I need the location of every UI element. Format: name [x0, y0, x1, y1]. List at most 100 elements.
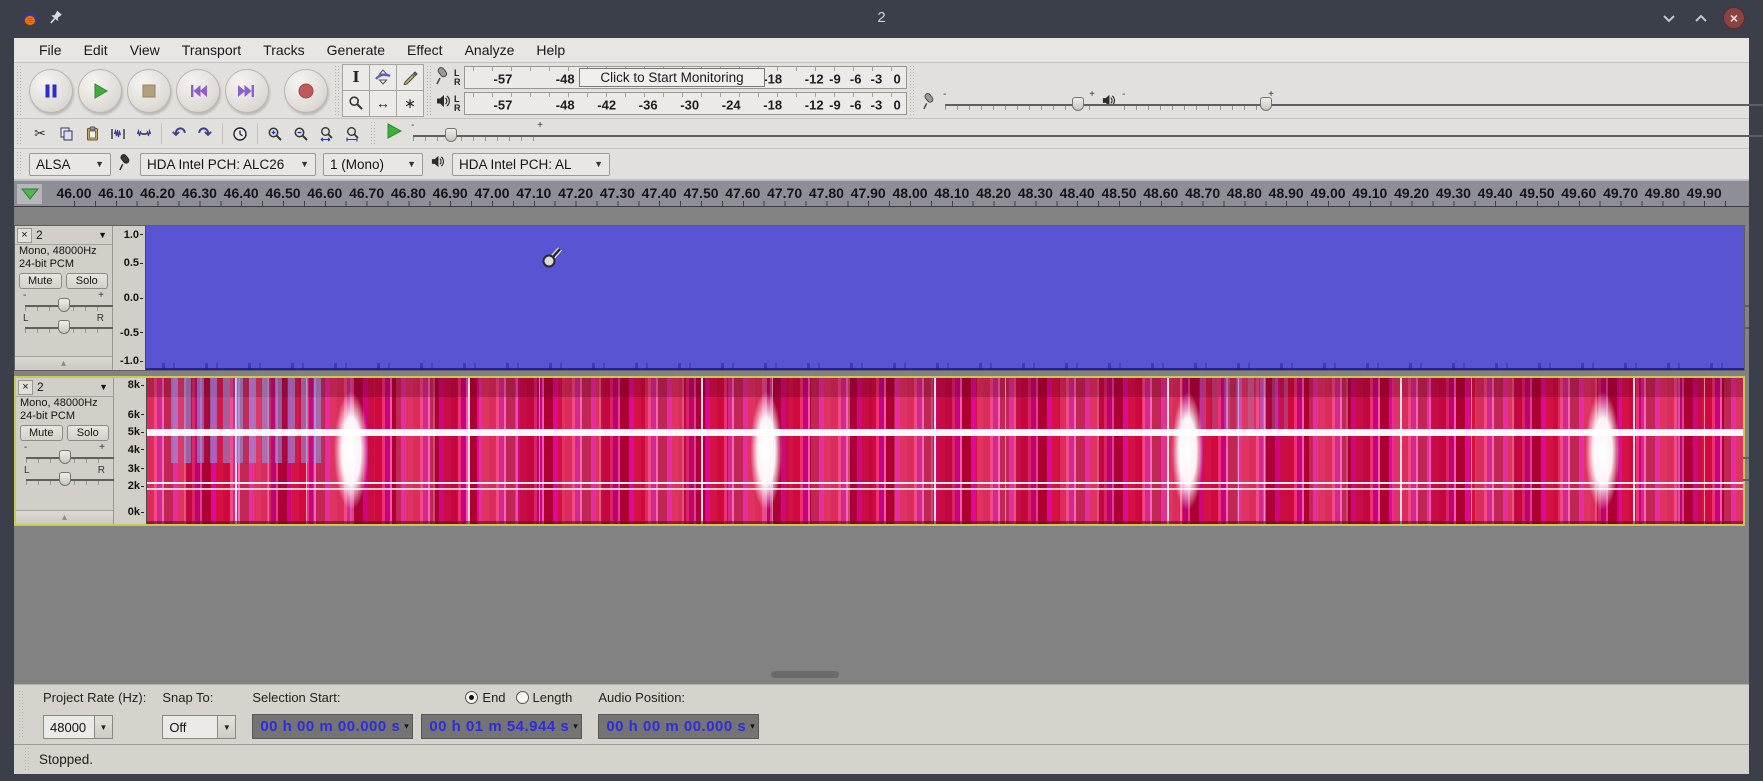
device-toolbar-grip[interactable] [16, 152, 23, 176]
zoom-out-button[interactable] [288, 122, 314, 146]
playback-speed-slider[interactable]: - + [411, 120, 1763, 142]
copy-button[interactable] [53, 122, 79, 146]
transport-toolbar-grip[interactable] [16, 66, 23, 115]
time-shift-tool-button[interactable]: ↔ [369, 89, 397, 117]
recording-meter[interactable]: LR Click to Start Monitoring -57-48-42-3… [435, 65, 907, 90]
track1-collapse-button[interactable]: ▴ [15, 356, 112, 370]
meter-toolbar-grip[interactable] [426, 66, 433, 115]
playback-volume-thumb[interactable] [1260, 97, 1273, 111]
selection-tool-button[interactable]: I [342, 63, 370, 91]
tools-toolbar-grip[interactable] [334, 66, 341, 115]
playback-speed-thumb[interactable] [445, 127, 458, 142]
sync-lock-button[interactable] [227, 122, 253, 146]
track1-name[interactable]: 2 [32, 228, 98, 242]
menu-tracks[interactable]: Tracks [252, 39, 315, 61]
selection-end-field[interactable]: 00 h 01 m 54.944 s ▾ [421, 714, 583, 739]
zoom-tool-button[interactable] [342, 89, 370, 117]
menu-generate[interactable]: Generate [316, 39, 396, 61]
play-at-speed-button[interactable] [385, 122, 403, 145]
record-button[interactable] [284, 68, 328, 113]
play-at-speed-toolbar-grip[interactable] [370, 122, 377, 145]
recording-channels-dropdown[interactable]: 1 (Mono) ▼ [323, 152, 423, 176]
track2-collapse-button[interactable]: ▴ [16, 510, 113, 524]
mixer-toolbar: - + - + [918, 89, 1763, 117]
envelope-tool-button[interactable] [369, 63, 397, 91]
horizontal-scrollbar[interactable] [14, 670, 1745, 679]
titlebar[interactable]: 2 × [0, 0, 1763, 38]
undo-button[interactable]: ↶ [166, 122, 192, 146]
menu-analyze[interactable]: Analyze [454, 39, 526, 61]
selection-toolbar-grip[interactable] [18, 691, 25, 738]
paste-button[interactable] [79, 122, 105, 146]
fit-project-button[interactable] [340, 122, 366, 146]
play-button[interactable] [78, 68, 122, 113]
track2-solo-button[interactable]: Solo [66, 425, 109, 441]
pause-button[interactable] [29, 68, 73, 113]
track2-mute-button[interactable]: Mute [20, 425, 63, 441]
audio-position-field[interactable]: 00 h 00 m 00.000 s ▾ [598, 714, 760, 739]
horizontal-scrollbar-thumb[interactable] [771, 671, 839, 678]
snap-to-dropdown[interactable]: Off ▼ [162, 715, 237, 739]
track1-solo-button[interactable]: Solo [65, 273, 108, 289]
maximize-button[interactable] [1691, 8, 1711, 28]
draw-tool-button[interactable] [396, 63, 424, 91]
recording-volume-thumb[interactable] [1072, 97, 1085, 111]
playback-volume-slider[interactable]: - + [1122, 89, 1763, 111]
track2-name[interactable]: 2 [33, 380, 99, 394]
stop-button[interactable] [127, 68, 171, 113]
track1-pan-thumb[interactable] [57, 320, 70, 334]
spectrogram-display[interactable] [147, 378, 1743, 524]
recording-device-dropdown[interactable]: HDA Intel PCH: ALC26 ▼ [140, 152, 316, 176]
track1-vertical-ruler[interactable]: 1.0 0.5 0.0 -0.5 -1.0 [113, 226, 146, 370]
silence-audio-button[interactable] [131, 122, 157, 146]
playback-meter[interactable]: LR -57 -48 -42 -36 -30 -24 -18 -12 -9 -6 -3 0 [435, 91, 907, 116]
length-radio[interactable] [515, 691, 529, 704]
track-area[interactable]: × 2 ▼ Mono, 48000Hz 24-bit PCM Mute Solo… [14, 207, 1749, 684]
length-radio-label[interactable]: Length [533, 690, 573, 705]
track2-gain-thumb[interactable] [58, 450, 71, 464]
minimize-button[interactable] [1659, 8, 1679, 28]
track2-vertical-ruler[interactable]: 8k 6k 5k 4k 3k 2k 0k [114, 378, 147, 524]
track1-gain-slider[interactable]: - + [23, 290, 1749, 312]
track2-menu-dropdown[interactable]: ▼ [99, 382, 113, 392]
menu-help[interactable]: Help [525, 39, 576, 61]
recording-meter-strip[interactable]: Click to Start Monitoring -57-48-42-36-3… [463, 66, 907, 89]
track1-menu-dropdown[interactable]: ▼ [98, 230, 112, 240]
track1-mute-button[interactable]: Mute [19, 273, 62, 289]
waveform-display[interactable] [146, 226, 1744, 370]
track2-gain-slider[interactable]: - + [24, 442, 1749, 464]
skip-to-end-button[interactable] [225, 68, 269, 113]
mixer-toolbar-grip[interactable] [909, 66, 916, 115]
menu-edit[interactable]: Edit [73, 39, 119, 61]
track2-close-button[interactable]: × [18, 379, 33, 395]
track1-close-button[interactable]: × [17, 227, 32, 243]
multi-tool-button[interactable]: ∗ [396, 89, 424, 117]
selection-start-field[interactable]: 00 h 00 m 00.000 s ▾ [252, 714, 414, 739]
fit-selection-button[interactable] [314, 122, 340, 146]
end-radio[interactable] [465, 691, 479, 704]
cut-button[interactable]: ✂ [27, 122, 53, 146]
track1-pan-slider[interactable]: LR [23, 313, 1749, 334]
playback-meter-strip[interactable]: -57 -48 -42 -36 -30 -24 -18 -12 -9 -6 -3 0 [463, 92, 907, 115]
playback-device-dropdown[interactable]: HDA Intel PCH: AL ▼ [452, 152, 610, 176]
edit-toolbar-grip[interactable] [16, 122, 23, 145]
skip-to-start-button[interactable] [176, 68, 220, 113]
recording-volume-slider[interactable]: - + [943, 89, 1763, 111]
menu-file[interactable]: File [28, 39, 73, 61]
close-button[interactable]: × [1723, 7, 1745, 29]
menu-transport[interactable]: Transport [171, 39, 252, 61]
end-radio-label[interactable]: End [482, 690, 505, 705]
track2-pan-slider[interactable]: LR [24, 465, 1749, 486]
trim-audio-button[interactable] [105, 122, 131, 146]
zoom-in-button[interactable] [262, 122, 288, 146]
menu-view[interactable]: View [119, 39, 171, 61]
menu-effect[interactable]: Effect [396, 39, 454, 61]
track2-pan-thumb[interactable] [58, 472, 71, 486]
timeline-ruler[interactable]: 46.00 46.10 46.20 46.30 46.40 46.50 46.60 46.70… [14, 180, 1749, 207]
redo-button[interactable]: ↷ [192, 122, 218, 146]
project-rate-dropdown[interactable]: 48000 ▼ [43, 715, 113, 739]
pinned-play-head[interactable] [16, 183, 43, 205]
track1-gain-thumb[interactable] [57, 298, 70, 312]
audio-host-dropdown[interactable]: ALSA ▼ [29, 152, 111, 176]
monitoring-tooltip: Click to Start Monitoring [579, 68, 765, 87]
